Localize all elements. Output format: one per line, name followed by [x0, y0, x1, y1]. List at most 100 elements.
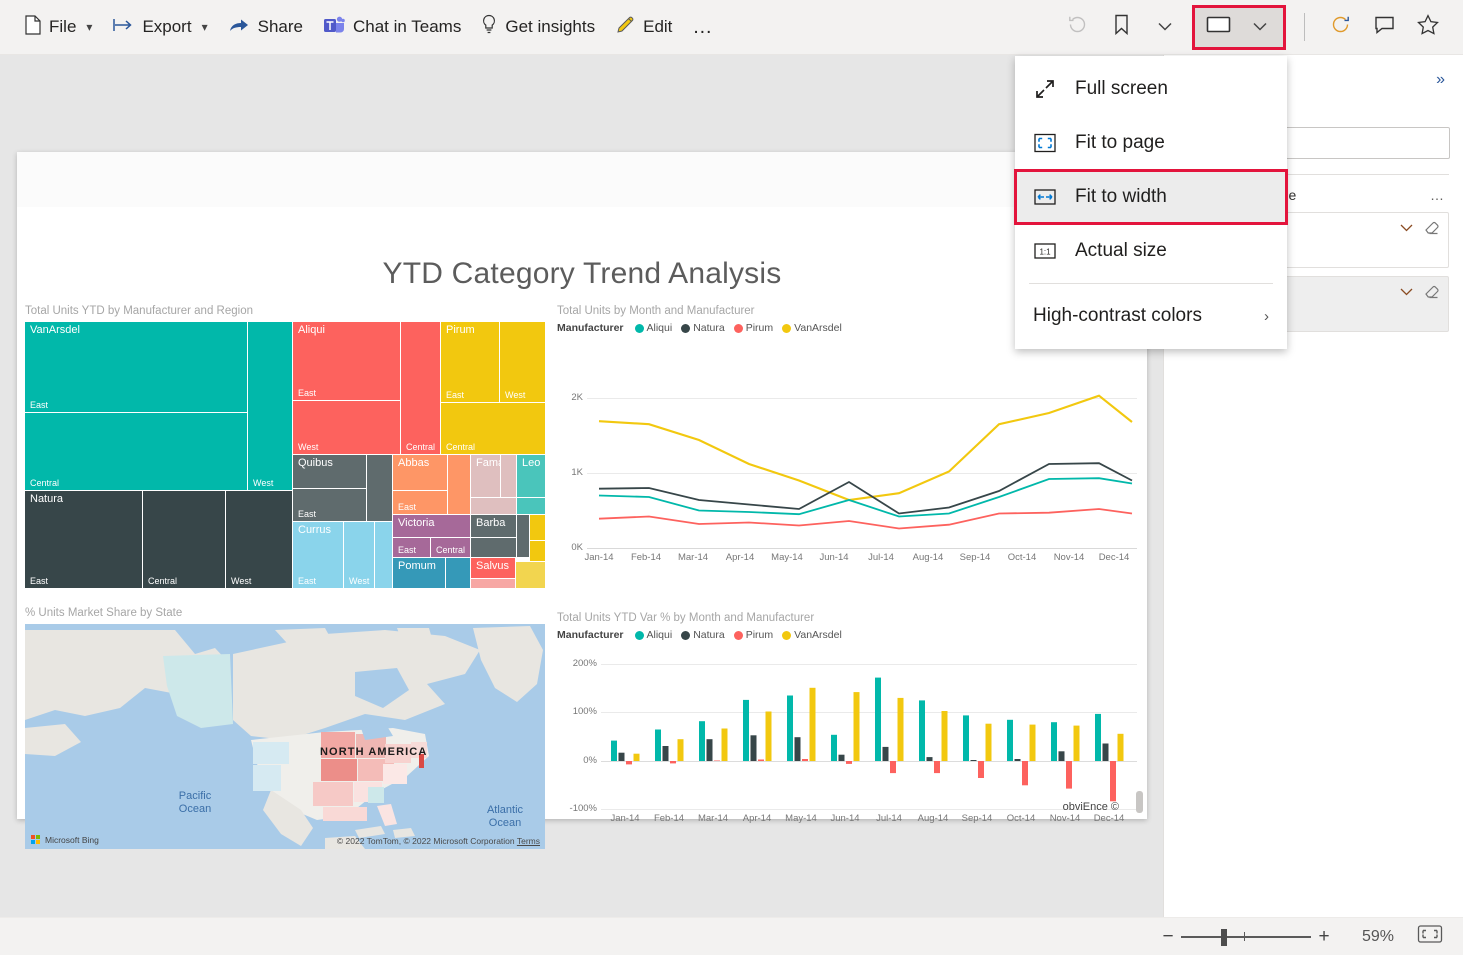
- zoom-slider-thumb[interactable]: [1221, 929, 1227, 946]
- comments-button[interactable]: [1363, 7, 1405, 47]
- bookmarks-chevron-button[interactable]: [1144, 7, 1186, 47]
- file-icon: [24, 15, 41, 40]
- view-mode-group[interactable]: [1192, 5, 1286, 50]
- treemap-tile[interactable]: West: [500, 322, 545, 402]
- treemap-tile[interactable]: [530, 515, 545, 540]
- treemap-tile[interactable]: [516, 562, 545, 588]
- treemap-tile[interactable]: East: [393, 491, 447, 514]
- visual-map[interactable]: % Units Market Share by State: [25, 607, 547, 849]
- x-tick-label: Sep-14: [949, 552, 1001, 563]
- legend-item[interactable]: Natura: [681, 322, 725, 334]
- treemap-tile[interactable]: [367, 455, 392, 521]
- clear-filter-eraser-icon[interactable]: [1424, 220, 1440, 235]
- treemap-tile[interactable]: [517, 498, 545, 514]
- treemap-tile[interactable]: Central: [441, 403, 545, 454]
- treemap-tile[interactable]: Pomum: [393, 558, 445, 588]
- legend-item[interactable]: Natura: [681, 629, 725, 641]
- chat-in-teams-button[interactable]: Chat in Teams: [313, 7, 471, 47]
- bookmarks-button[interactable]: [1100, 7, 1142, 47]
- treemap-tile[interactable]: [530, 541, 545, 561]
- treemap-tile[interactable]: Central: [401, 322, 440, 454]
- treemap-tile[interactable]: Leo: [517, 455, 545, 497]
- treemap-tile[interactable]: Pirum East: [441, 322, 499, 402]
- treemap-tile[interactable]: Fama: [471, 455, 500, 497]
- lightbulb-icon: [481, 14, 497, 40]
- treemap-tile[interactable]: Victoria: [393, 515, 470, 537]
- collapse-pane-icon[interactable]: »: [1432, 69, 1449, 91]
- file-menu-button[interactable]: File ▾: [14, 7, 102, 47]
- menu-item-high-contrast-colors[interactable]: High-contrast colors ›: [1015, 289, 1287, 343]
- treemap-tile[interactable]: Quibus: [293, 455, 366, 488]
- filters-more-options-icon[interactable]: …: [1426, 187, 1449, 203]
- view-mode-dropdown-menu: Full screen Fit to page Fit to width 1:1…: [1015, 56, 1287, 349]
- canvas-scrollbar[interactable]: [1136, 791, 1143, 813]
- legend-item[interactable]: Aliqui: [635, 629, 673, 641]
- treemap-tile[interactable]: West: [344, 522, 374, 588]
- zoom-slider[interactable]: [1181, 924, 1311, 950]
- treemap-tile[interactable]: [448, 455, 470, 514]
- legend-item[interactable]: VanArsdel: [782, 322, 842, 334]
- treemap-tile[interactable]: West: [226, 491, 292, 588]
- treemap-tile[interactable]: [471, 579, 515, 588]
- treemap-tile[interactable]: Abbas: [393, 455, 447, 490]
- line-chart-plot[interactable]: 2K 1K 0K Jan-14: [557, 338, 1147, 570]
- bookmark-icon: [1113, 14, 1130, 40]
- more-options-button[interactable]: …: [682, 7, 723, 47]
- treemap-tile[interactable]: East: [393, 538, 430, 557]
- bing-label: Microsoft Bing: [45, 835, 99, 845]
- zoom-out-button[interactable]: −: [1155, 924, 1181, 950]
- treemap-tile[interactable]: West: [293, 401, 400, 454]
- map-terms-link[interactable]: Terms: [517, 836, 540, 846]
- map-plot[interactable]: NORTH AMERICA PacificOcean AtlanticOcean…: [25, 624, 545, 849]
- view-mode-chevron-button[interactable]: [1239, 7, 1281, 47]
- menu-item-fit-to-width[interactable]: Fit to width: [1015, 170, 1287, 224]
- treemap-tile[interactable]: [471, 538, 516, 557]
- visual-bar-chart[interactable]: Total Units YTD Var % by Month and Manuf…: [557, 612, 1147, 833]
- legend-item[interactable]: Pirum: [734, 629, 773, 641]
- reset-button[interactable]: [1056, 7, 1098, 47]
- refresh-button[interactable]: [1319, 7, 1361, 47]
- zoom-in-button[interactable]: +: [1311, 924, 1337, 950]
- menu-item-full-screen[interactable]: Full screen: [1015, 62, 1287, 116]
- page-title: YTD Category Trend Analysis: [17, 207, 1147, 291]
- y-tick-label: -100%: [557, 803, 597, 814]
- treemap-tile-region: East: [298, 576, 316, 586]
- favorite-button[interactable]: [1407, 7, 1449, 47]
- chevron-down-icon[interactable]: [1400, 224, 1413, 232]
- chevron-down-icon[interactable]: [1400, 288, 1413, 296]
- treemap-tile[interactable]: East: [293, 489, 366, 521]
- treemap-tile[interactable]: VanArsdel East: [25, 322, 247, 412]
- legend-item[interactable]: VanArsdel: [782, 629, 842, 641]
- treemap-tile[interactable]: [375, 522, 392, 588]
- treemap-tile[interactable]: [471, 498, 516, 514]
- treemap-tile-label: Abbas: [398, 457, 429, 469]
- treemap-tile[interactable]: Aliqui East: [293, 322, 400, 400]
- visual-treemap[interactable]: Total Units YTD by Manufacturer and Regi…: [25, 305, 547, 588]
- legend-item[interactable]: Aliqui: [635, 322, 673, 334]
- treemap-tile[interactable]: Central: [25, 413, 247, 490]
- treemap-tile-region: Central: [30, 478, 59, 488]
- treemap-tile[interactable]: [501, 455, 516, 497]
- clear-filter-eraser-icon[interactable]: [1424, 284, 1440, 299]
- treemap-tile[interactable]: Currus East: [293, 522, 343, 588]
- treemap-tile[interactable]: Central: [431, 538, 470, 557]
- legend-item[interactable]: Pirum: [734, 322, 773, 334]
- edit-button[interactable]: Edit: [605, 7, 682, 47]
- bar-chart-plot[interactable]: 200% 100% 0% -100%: [557, 645, 1147, 833]
- treemap-tile[interactable]: Central: [143, 491, 225, 588]
- treemap-tile[interactable]: Natura East: [25, 491, 142, 588]
- menu-item-actual-size[interactable]: 1:1 Actual size: [1015, 224, 1287, 278]
- menu-item-fit-to-page[interactable]: Fit to page: [1015, 116, 1287, 170]
- treemap-tile[interactable]: West: [248, 322, 292, 490]
- treemap-tile[interactable]: [446, 558, 470, 588]
- get-insights-button[interactable]: Get insights: [471, 7, 605, 47]
- treemap-tile[interactable]: Barba: [471, 515, 516, 537]
- treemap-tile[interactable]: [517, 515, 529, 557]
- share-button[interactable]: Share: [218, 7, 313, 47]
- view-mode-button[interactable]: [1197, 7, 1239, 47]
- treemap-tile[interactable]: Salvus: [471, 558, 515, 578]
- fit-to-page-button[interactable]: [1415, 925, 1445, 949]
- export-menu-button[interactable]: Export ▾: [102, 7, 217, 47]
- treemap-tile-label: Barba: [476, 517, 505, 529]
- treemap-plot[interactable]: VanArsdel East Central West Natura East: [25, 322, 545, 588]
